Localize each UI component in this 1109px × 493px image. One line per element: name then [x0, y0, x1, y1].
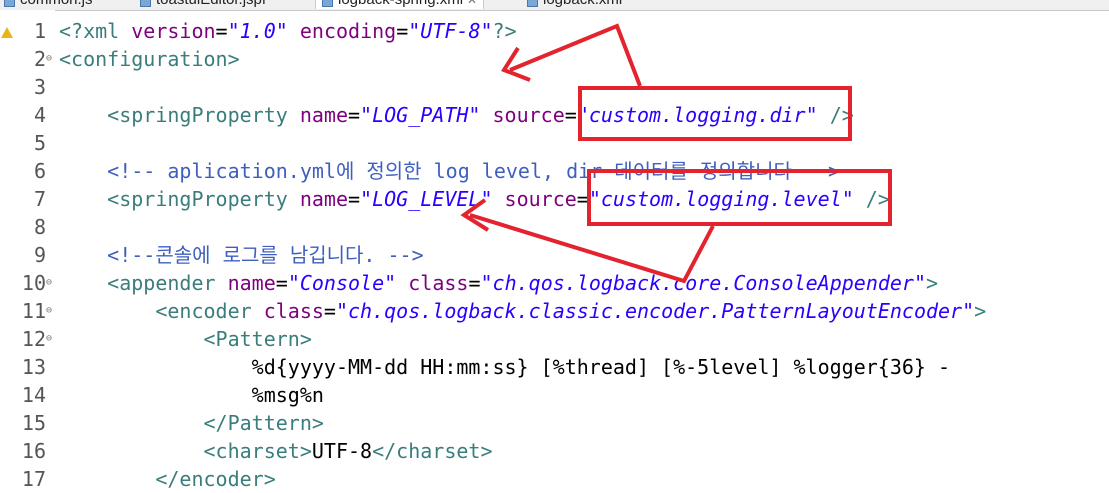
arrow-to-log-level-name: [460, 198, 715, 284]
arrow-to-xml-declaration: [501, 23, 642, 87]
annotation-arrows: [460, 23, 715, 284]
